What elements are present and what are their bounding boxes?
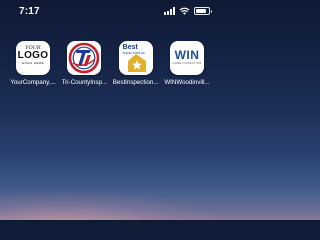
yourcompany-logo-icon[interactable]: YOUR LOGO GOES HERE [16,41,50,75]
win-logo-text: WIN [174,48,200,62]
best-inspection-logo-icon[interactable]: Best INSPECTIONS INC [118,41,153,75]
home-screen-app-grid: YOUR LOGO GOES HERE YourCompany,... Tri-… [9,41,211,86]
status-bar: 7:17 [0,0,220,24]
wallpaper-horizon-glow [0,192,220,220]
logo-text-logo: LOGO [17,50,49,61]
house-star-icon [127,54,146,72]
app-best-inspection[interactable]: Best INSPECTIONS INC BestInspection... [112,41,160,86]
wifi-icon [179,7,190,15]
tri-county-emblem [69,42,100,74]
yourcompany-logo: YOUR LOGO GOES HERE [16,46,50,65]
app-yourcompany[interactable]: YOUR LOGO GOES HERE YourCompany,... [9,41,57,86]
app-label-tri-county: Tri-CountyInsp... [61,79,108,86]
logo-text-goes-here: GOES HERE [21,61,45,65]
status-icons [164,7,212,15]
app-tri-county[interactable]: Tri-CountyInsp... [60,41,108,86]
battery-icon [194,7,212,15]
win-logo-subtext: HOME INSPECTION [172,62,202,65]
app-label-best-inspection: BestInspection... [112,79,159,86]
app-label-win-woodinville: WINWoodinvill... [164,79,210,86]
battery-level [196,9,207,13]
app-win-woodinville[interactable]: WIN HOME INSPECTION WINWoodinvill... [163,41,211,86]
win-logo-icon[interactable]: WIN HOME INSPECTION [169,41,204,75]
app-label-yourcompany: YourCompany,... [10,79,56,86]
signal-icon [164,7,175,15]
status-time: 7:17 [19,6,40,17]
tri-county-logo-icon[interactable] [67,41,102,75]
